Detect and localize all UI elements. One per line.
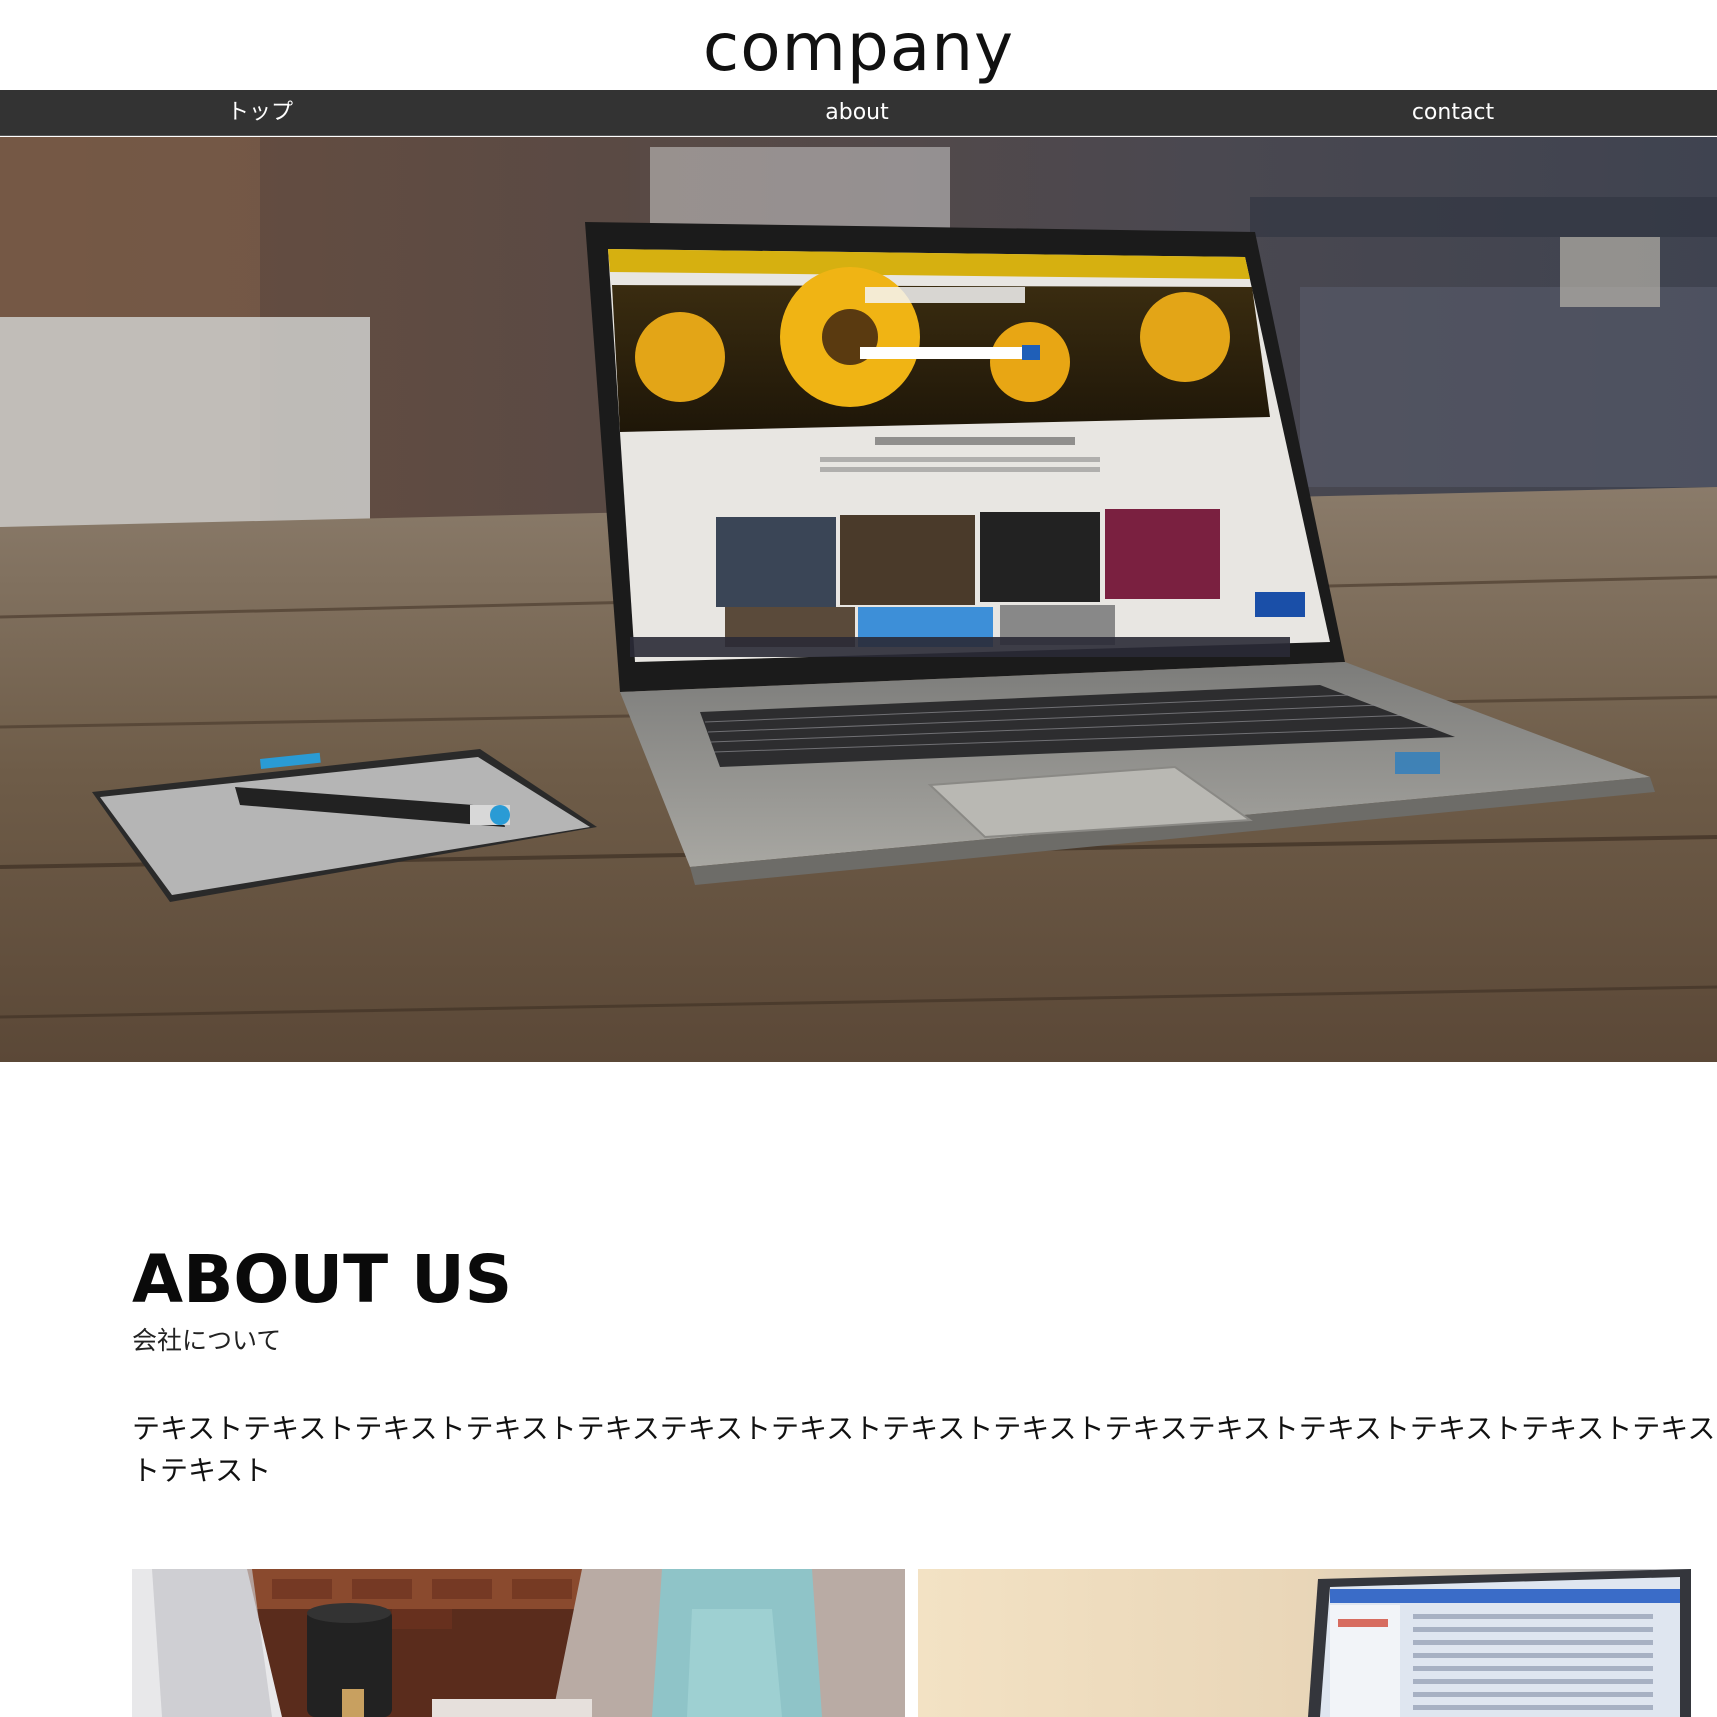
main-nav: トップ about contact [0,90,1717,136]
about-section: ABOUT US 会社について テキストテキストテキストテキストテキステキストテ… [132,1240,1717,1492]
site-header: company [0,0,1717,90]
about-text: テキストテキストテキストテキストテキステキストテキストテキストテキストテキステキ… [132,1412,1716,1487]
nav-item-contact[interactable]: contact [1353,90,1553,136]
about-photo-2 [918,1569,1691,1717]
site-logo[interactable]: company [0,8,1717,88]
about-subtitle: 会社について [132,1326,282,1355]
about-photo-1 [132,1569,905,1717]
about-title: ABOUT US [132,1241,513,1318]
hero-image [0,137,1717,1062]
nav-item-about[interactable]: about [757,90,957,136]
nav-item-top[interactable]: トップ [160,90,360,136]
